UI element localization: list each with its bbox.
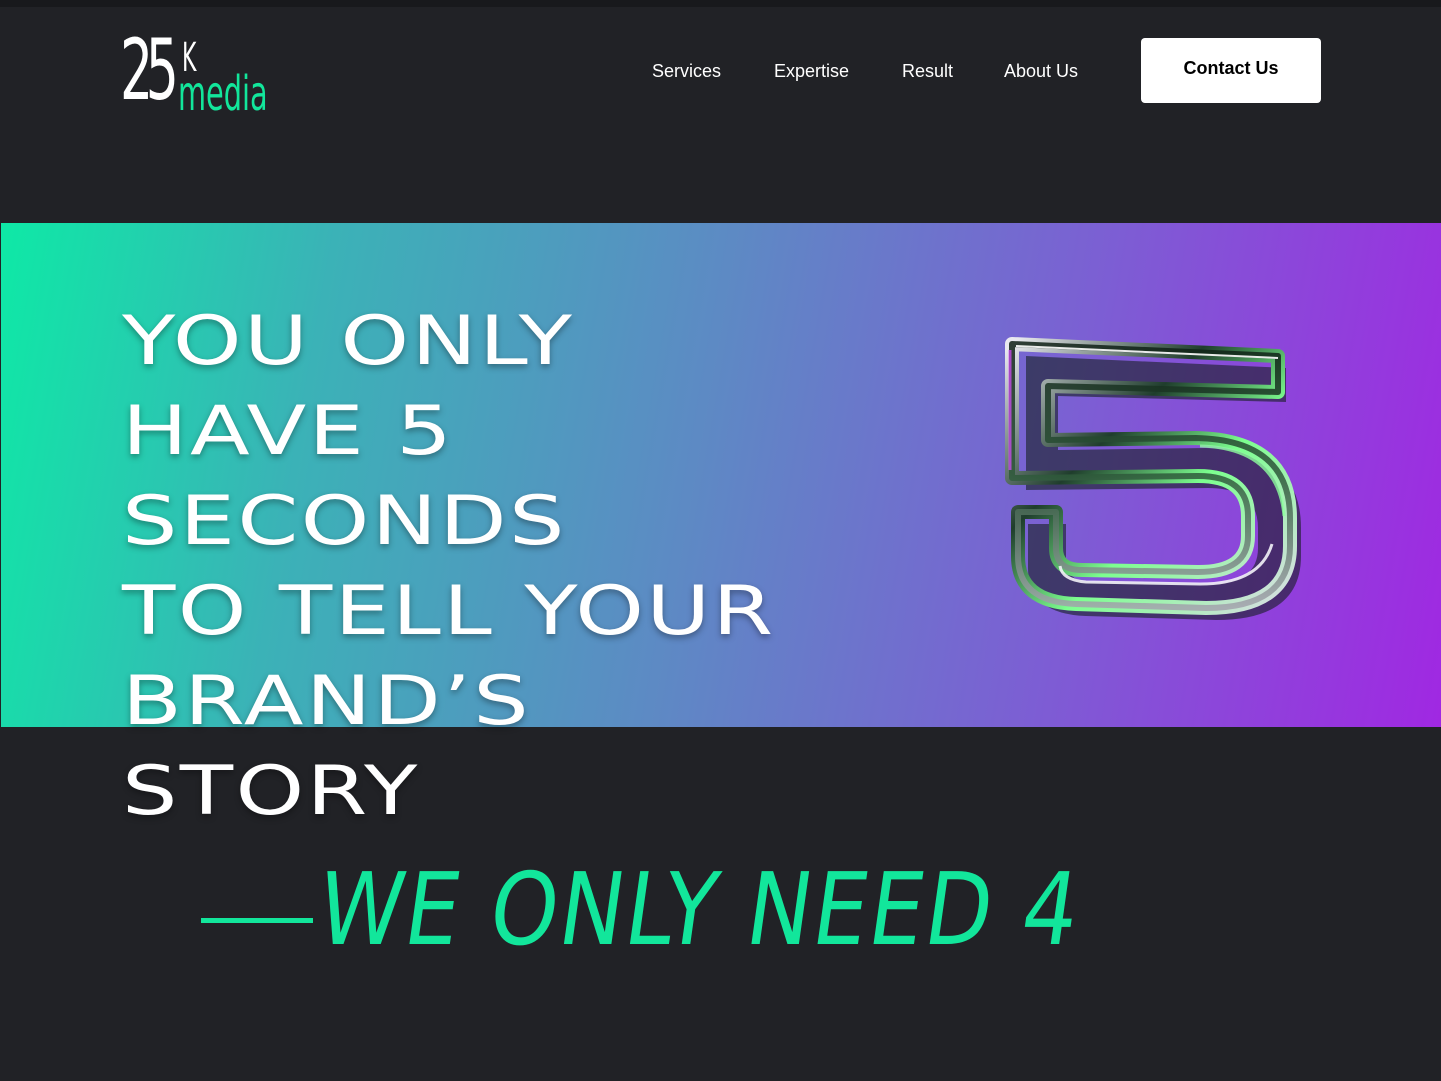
nav-link-about-us[interactable]: About Us [1004, 61, 1078, 82]
hero-headline: YOU ONLY HAVE 5 SECONDS TO TELL YOUR BRA… [122, 296, 773, 836]
nav-link-result[interactable]: Result [902, 61, 953, 82]
nav-link-services[interactable]: Services [652, 61, 721, 82]
headline-line: BRAND’S [122, 661, 532, 741]
nav-link-expertise[interactable]: Expertise [774, 61, 849, 82]
logo-word: media [178, 66, 268, 122]
headline-line: TO TELL YOUR [122, 571, 776, 651]
headline-line: STORY [122, 751, 420, 831]
brand-logo[interactable]: 25 K media [120, 28, 290, 124]
headline-line: YOU ONLY [122, 301, 575, 381]
headline-line: HAVE 5 [122, 391, 455, 471]
chrome-5-icon [1005, 337, 1301, 620]
headline-line: SECONDS [122, 481, 567, 561]
logo-number: 25 [120, 21, 179, 119]
hero-tagline: WE ONLY NEED 4 [310, 851, 1088, 968]
contact-us-button[interactable]: Contact Us [1141, 38, 1321, 103]
tagline-dash [201, 918, 313, 923]
top-strip [0, 0, 1441, 7]
